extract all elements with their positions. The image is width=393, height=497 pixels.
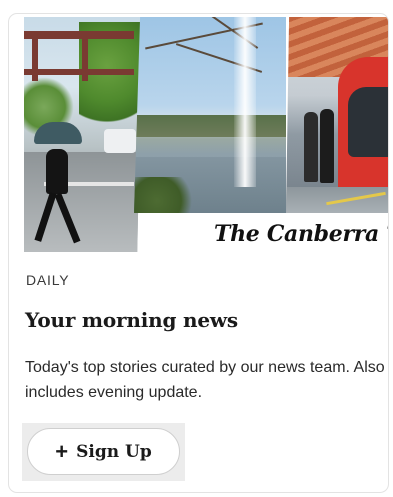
lake-photo bbox=[134, 17, 286, 213]
newsletter-description: Today's top stories curated by our news … bbox=[25, 359, 385, 401]
street-photo bbox=[24, 17, 142, 252]
signup-button-focus-ring: + Sign Up bbox=[22, 423, 185, 481]
hero-image: The Canberra Tim bbox=[24, 17, 388, 267]
tram-photo bbox=[286, 17, 388, 213]
signup-button-label: Sign Up bbox=[76, 441, 152, 462]
newsletter-card: The Canberra Tim DAILY Your morning news… bbox=[8, 13, 389, 493]
masthead-logo: The Canberra Tim bbox=[214, 221, 388, 247]
plus-icon: + bbox=[55, 438, 69, 464]
signup-button[interactable]: + Sign Up bbox=[27, 428, 180, 475]
newsletter-category: DAILY bbox=[26, 272, 70, 288]
newsletter-title: Your morning news bbox=[25, 308, 238, 332]
